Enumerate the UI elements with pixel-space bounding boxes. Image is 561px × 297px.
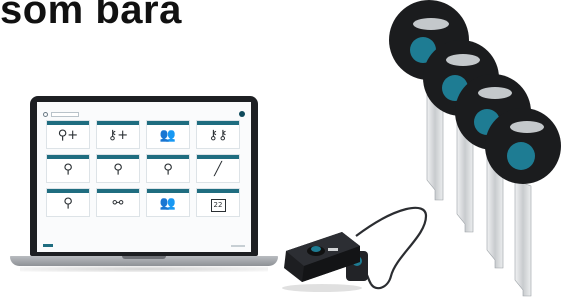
programmer-label: [328, 248, 338, 251]
keys-group: [389, 0, 561, 297]
tile-header: [197, 189, 239, 193]
pen-icon: ╱: [214, 162, 222, 177]
tile-1: ⚲+: [46, 120, 90, 149]
tile-5: ⚲: [46, 154, 90, 183]
tile-8: ╱: [196, 154, 240, 183]
app-toolbar: [43, 111, 245, 118]
tile-4: ⚷⚷: [196, 120, 240, 149]
tile-header: [47, 189, 89, 193]
cable-icon: ⚯: [112, 196, 124, 211]
tile-11: 👥: [146, 188, 190, 217]
tile-header: [147, 155, 189, 159]
keys-icon: ⚷⚷: [208, 128, 228, 143]
tile-3: 👥: [146, 120, 190, 149]
tile-6: ⚲: [96, 154, 140, 183]
laptop-notch: [122, 256, 166, 259]
tile-2: ⚷+: [96, 120, 140, 149]
laptop-screen: ⚲+ ⚷+ 👥 ⚷⚷ ⚲ ⚲ ⚲ ╱ ⚲ ⚯ 👥 22: [37, 102, 251, 252]
key-add-icon: ⚲+: [57, 128, 79, 143]
key-insert: [507, 142, 535, 170]
app-tile-grid: ⚲+ ⚷+ 👥 ⚷⚷ ⚲ ⚲ ⚲ ╱ ⚲ ⚯ 👥 22: [46, 120, 242, 217]
laptop: ⚲+ ⚷+ 👥 ⚷⚷ ⚲ ⚲ ⚲ ╱ ⚲ ⚯ 👥 22: [10, 96, 278, 274]
key-icon: ⚲: [163, 162, 173, 177]
tile-header: [47, 155, 89, 159]
tile-9: ⚲: [46, 188, 90, 217]
footer-text: [231, 245, 245, 247]
users-add-icon: 👥: [159, 128, 177, 143]
tile-header: [97, 189, 139, 193]
tile-10: ⚯: [96, 188, 140, 217]
calendar-day: 22: [210, 199, 226, 212]
key-icon: ⚲: [63, 162, 73, 177]
back-icon: [43, 112, 48, 117]
tile-header: [147, 121, 189, 125]
tile-header: [197, 121, 239, 125]
tile-header: [147, 189, 189, 193]
programmer-shadow: [282, 284, 362, 292]
key-ring-hole: [478, 87, 512, 99]
key-ring-hole: [413, 18, 449, 30]
footer-button: [43, 244, 53, 247]
key-icon: ⚲: [63, 196, 73, 211]
users-icon: 👥: [159, 196, 177, 211]
key-icon: ⚲: [113, 162, 123, 177]
tile-header: [197, 155, 239, 159]
user-avatar: [239, 111, 245, 117]
calendar-icon: 22: [197, 196, 239, 212]
tile-7: ⚲: [146, 154, 190, 183]
tile-header: [97, 121, 139, 125]
slot-indicator: [311, 246, 321, 252]
key-ring-hole: [446, 54, 480, 66]
tile-12: 22: [196, 188, 240, 217]
keys-add-icon: ⚷+: [107, 128, 129, 143]
key-blade: [514, 179, 532, 297]
tile-header: [97, 155, 139, 159]
headline-text: som bara: [0, 0, 182, 32]
key-ring-hole: [510, 121, 544, 133]
laptop-shadow: [20, 266, 268, 272]
tile-header: [47, 121, 89, 125]
search-input: [51, 112, 79, 117]
